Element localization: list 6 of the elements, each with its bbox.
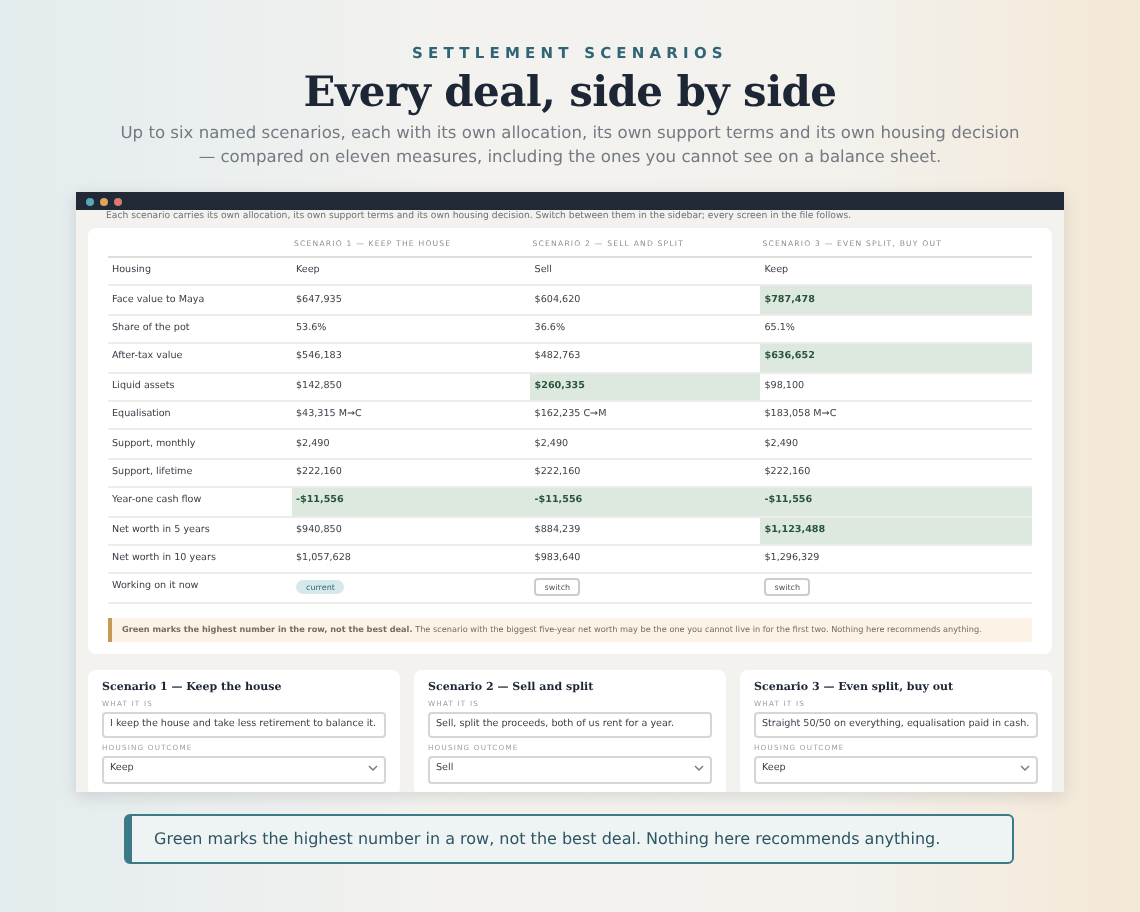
page-subtitle: Up to six named scenarios, each with its own allocation, its own support terms and its own housing decision — compared on eleven measures, including the ones you cannot see on a balance sheet.	[118, 122, 1022, 168]
page-title: Every deal, side by side	[303, 66, 837, 116]
chevron-icon	[1020, 763, 1030, 772]
chevron-icon	[368, 763, 378, 772]
callout-note: Green marks the highest number in a row, not the best deal. Nothing here recommends anything.	[124, 814, 1014, 864]
chevron-icon	[694, 763, 704, 772]
